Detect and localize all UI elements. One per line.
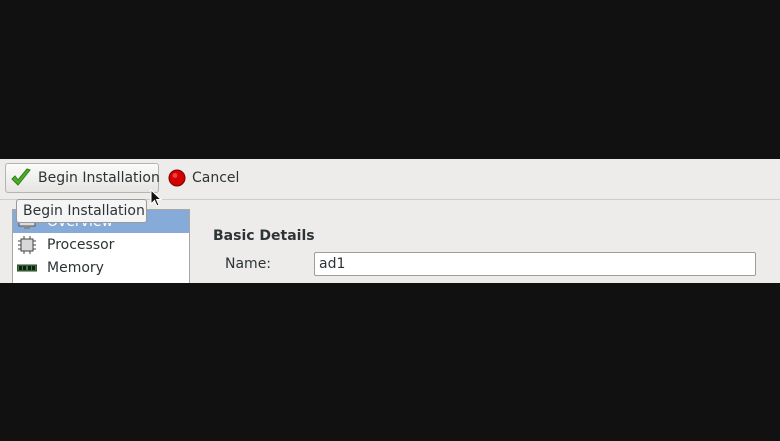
name-field[interactable] xyxy=(314,252,756,276)
screen: Begin Installation Cancel Processor Memo… xyxy=(0,0,780,441)
installer-window: Begin Installation Cancel Processor Memo… xyxy=(0,159,780,283)
checkmark-icon xyxy=(10,167,32,189)
sidebar-item-label: Memory xyxy=(47,259,104,276)
begin-installation-label: Begin Installation xyxy=(38,170,160,186)
mouse-pointer-icon xyxy=(150,188,164,213)
sidebar-item-processor[interactable]: Processor xyxy=(13,233,189,256)
sidebar-item-memory[interactable]: Memory xyxy=(13,256,189,279)
memory-icon xyxy=(17,261,37,275)
begin-installation-button[interactable]: Begin Installation xyxy=(5,163,160,193)
processor-icon xyxy=(17,235,37,254)
begin-installation-tooltip: Begin Installation xyxy=(16,199,147,223)
toolbar: Begin Installation Cancel xyxy=(0,159,780,200)
name-label: Name: xyxy=(225,256,272,272)
sidebar-item-label: Processor xyxy=(47,236,115,253)
cancel-label: Cancel xyxy=(192,170,240,186)
cancel-button[interactable]: Cancel xyxy=(166,163,246,193)
basic-details-heading: Basic Details xyxy=(213,228,315,244)
stop-icon xyxy=(168,169,186,187)
